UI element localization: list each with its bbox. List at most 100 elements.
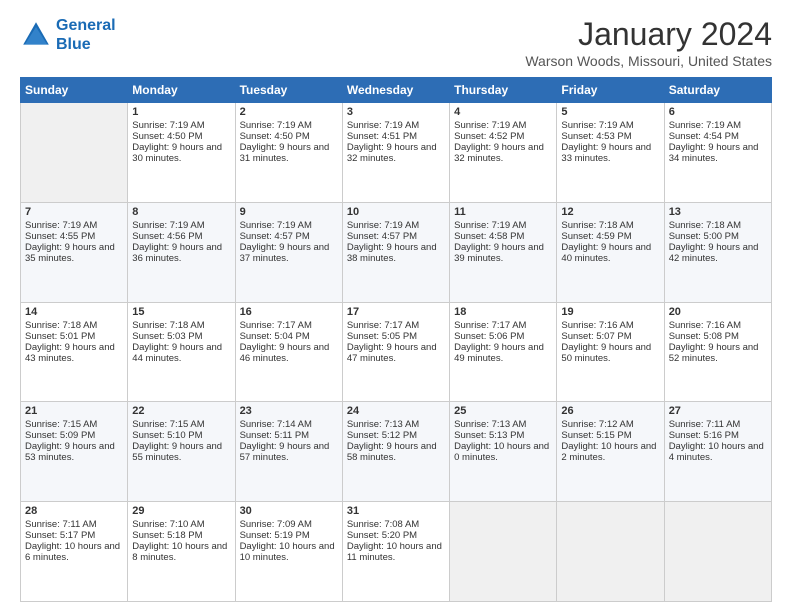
day-number: 25 — [454, 405, 552, 417]
calendar-cell: 26Sunrise: 7:12 AMSunset: 5:15 PMDayligh… — [557, 402, 664, 502]
page: General Blue January 2024 Warson Woods, … — [0, 0, 792, 612]
col-header-saturday: Saturday — [664, 78, 771, 103]
calendar-cell: 31Sunrise: 7:08 AMSunset: 5:20 PMDayligh… — [342, 502, 449, 602]
calendar-cell — [450, 502, 557, 602]
day-number: 3 — [347, 106, 445, 118]
calendar-cell: 2Sunrise: 7:19 AMSunset: 4:50 PMDaylight… — [235, 103, 342, 203]
calendar-cell: 1Sunrise: 7:19 AMSunset: 4:50 PMDaylight… — [128, 103, 235, 203]
sunrise-text: Sunrise: 7:19 AM — [347, 220, 445, 231]
daylight-text: Daylight: 9 hours and 43 minutes. — [25, 342, 123, 364]
calendar-cell: 12Sunrise: 7:18 AMSunset: 4:59 PMDayligh… — [557, 202, 664, 302]
day-number: 15 — [132, 306, 230, 318]
sunset-text: Sunset: 5:17 PM — [25, 530, 123, 541]
title-block: January 2024 Warson Woods, Missouri, Uni… — [525, 16, 772, 69]
sunrise-text: Sunrise: 7:08 AM — [347, 519, 445, 530]
sunset-text: Sunset: 4:54 PM — [669, 131, 767, 142]
day-number: 7 — [25, 206, 123, 218]
calendar-cell — [664, 502, 771, 602]
sunset-text: Sunset: 4:56 PM — [132, 231, 230, 242]
calendar-cell: 15Sunrise: 7:18 AMSunset: 5:03 PMDayligh… — [128, 302, 235, 402]
sunrise-text: Sunrise: 7:12 AM — [561, 419, 659, 430]
sunrise-text: Sunrise: 7:19 AM — [240, 120, 338, 131]
sunrise-text: Sunrise: 7:19 AM — [347, 120, 445, 131]
day-number: 14 — [25, 306, 123, 318]
sunset-text: Sunset: 4:58 PM — [454, 231, 552, 242]
sunrise-text: Sunrise: 7:19 AM — [240, 220, 338, 231]
calendar-cell: 19Sunrise: 7:16 AMSunset: 5:07 PMDayligh… — [557, 302, 664, 402]
sunset-text: Sunset: 4:59 PM — [561, 231, 659, 242]
daylight-text: Daylight: 9 hours and 53 minutes. — [25, 441, 123, 463]
sunrise-text: Sunrise: 7:15 AM — [25, 419, 123, 430]
month-title: January 2024 — [525, 16, 772, 53]
calendar-cell: 22Sunrise: 7:15 AMSunset: 5:10 PMDayligh… — [128, 402, 235, 502]
col-header-tuesday: Tuesday — [235, 78, 342, 103]
day-number: 4 — [454, 106, 552, 118]
calendar-cell: 18Sunrise: 7:17 AMSunset: 5:06 PMDayligh… — [450, 302, 557, 402]
day-number: 20 — [669, 306, 767, 318]
sunrise-text: Sunrise: 7:09 AM — [240, 519, 338, 530]
sunrise-text: Sunrise: 7:10 AM — [132, 519, 230, 530]
col-header-sunday: Sunday — [21, 78, 128, 103]
sunset-text: Sunset: 5:19 PM — [240, 530, 338, 541]
calendar-cell: 11Sunrise: 7:19 AMSunset: 4:58 PMDayligh… — [450, 202, 557, 302]
daylight-text: Daylight: 10 hours and 6 minutes. — [25, 541, 123, 563]
day-number: 11 — [454, 206, 552, 218]
calendar-cell: 24Sunrise: 7:13 AMSunset: 5:12 PMDayligh… — [342, 402, 449, 502]
sunset-text: Sunset: 5:03 PM — [132, 331, 230, 342]
calendar-cell: 9Sunrise: 7:19 AMSunset: 4:57 PMDaylight… — [235, 202, 342, 302]
sunset-text: Sunset: 5:05 PM — [347, 331, 445, 342]
daylight-text: Daylight: 9 hours and 50 minutes. — [561, 342, 659, 364]
sunrise-text: Sunrise: 7:11 AM — [669, 419, 767, 430]
calendar-cell: 6Sunrise: 7:19 AMSunset: 4:54 PMDaylight… — [664, 103, 771, 203]
calendar-cell: 10Sunrise: 7:19 AMSunset: 4:57 PMDayligh… — [342, 202, 449, 302]
sunset-text: Sunset: 5:09 PM — [25, 430, 123, 441]
sunset-text: Sunset: 5:00 PM — [669, 231, 767, 242]
daylight-text: Daylight: 10 hours and 0 minutes. — [454, 441, 552, 463]
logo-text: General Blue — [56, 16, 116, 54]
location: Warson Woods, Missouri, United States — [525, 53, 772, 69]
calendar-cell: 27Sunrise: 7:11 AMSunset: 5:16 PMDayligh… — [664, 402, 771, 502]
sunrise-text: Sunrise: 7:15 AM — [132, 419, 230, 430]
week-row-1: 7Sunrise: 7:19 AMSunset: 4:55 PMDaylight… — [21, 202, 772, 302]
daylight-text: Daylight: 9 hours and 38 minutes. — [347, 242, 445, 264]
day-number: 21 — [25, 405, 123, 417]
day-number: 23 — [240, 405, 338, 417]
daylight-text: Daylight: 9 hours and 40 minutes. — [561, 242, 659, 264]
daylight-text: Daylight: 10 hours and 11 minutes. — [347, 541, 445, 563]
daylight-text: Daylight: 9 hours and 57 minutes. — [240, 441, 338, 463]
day-number: 8 — [132, 206, 230, 218]
sunset-text: Sunset: 5:18 PM — [132, 530, 230, 541]
daylight-text: Daylight: 10 hours and 4 minutes. — [669, 441, 767, 463]
sunrise-text: Sunrise: 7:11 AM — [25, 519, 123, 530]
sunset-text: Sunset: 5:06 PM — [454, 331, 552, 342]
sunset-text: Sunset: 4:50 PM — [132, 131, 230, 142]
daylight-text: Daylight: 9 hours and 49 minutes. — [454, 342, 552, 364]
daylight-text: Daylight: 9 hours and 36 minutes. — [132, 242, 230, 264]
week-row-4: 28Sunrise: 7:11 AMSunset: 5:17 PMDayligh… — [21, 502, 772, 602]
logo: General Blue — [20, 16, 116, 54]
col-header-monday: Monday — [128, 78, 235, 103]
daylight-text: Daylight: 9 hours and 47 minutes. — [347, 342, 445, 364]
sunrise-text: Sunrise: 7:19 AM — [132, 220, 230, 231]
day-number: 31 — [347, 505, 445, 517]
logo-line2: Blue — [56, 36, 91, 53]
sunset-text: Sunset: 5:15 PM — [561, 430, 659, 441]
day-number: 19 — [561, 306, 659, 318]
calendar-cell: 20Sunrise: 7:16 AMSunset: 5:08 PMDayligh… — [664, 302, 771, 402]
daylight-text: Daylight: 9 hours and 42 minutes. — [669, 242, 767, 264]
col-header-wednesday: Wednesday — [342, 78, 449, 103]
calendar-cell: 14Sunrise: 7:18 AMSunset: 5:01 PMDayligh… — [21, 302, 128, 402]
sunset-text: Sunset: 5:11 PM — [240, 430, 338, 441]
day-number: 30 — [240, 505, 338, 517]
day-number: 10 — [347, 206, 445, 218]
sunset-text: Sunset: 4:52 PM — [454, 131, 552, 142]
daylight-text: Daylight: 9 hours and 37 minutes. — [240, 242, 338, 264]
day-number: 9 — [240, 206, 338, 218]
calendar-cell: 3Sunrise: 7:19 AMSunset: 4:51 PMDaylight… — [342, 103, 449, 203]
sunset-text: Sunset: 5:12 PM — [347, 430, 445, 441]
sunset-text: Sunset: 5:10 PM — [132, 430, 230, 441]
sunrise-text: Sunrise: 7:19 AM — [25, 220, 123, 231]
header-row: SundayMondayTuesdayWednesdayThursdayFrid… — [21, 78, 772, 103]
calendar-cell — [557, 502, 664, 602]
sunrise-text: Sunrise: 7:16 AM — [561, 320, 659, 331]
